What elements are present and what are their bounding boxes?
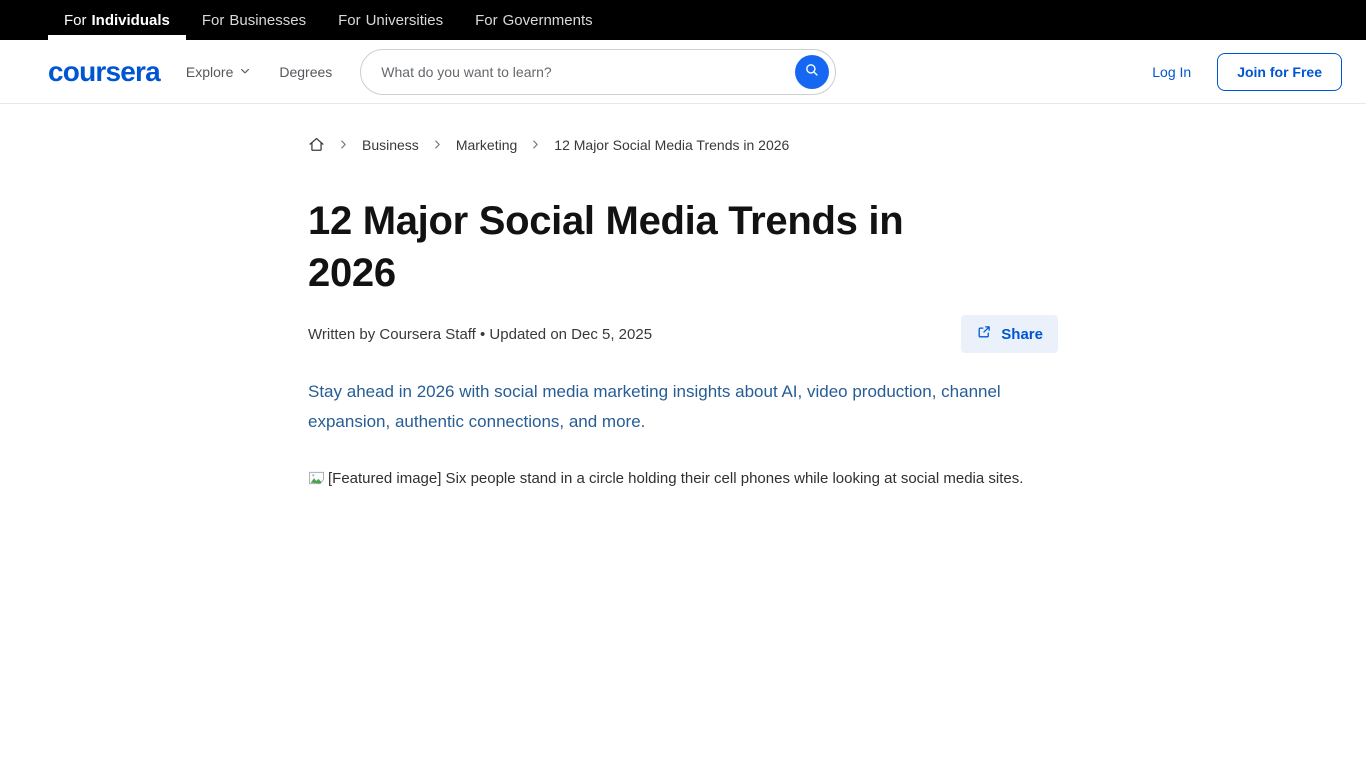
chevron-right-icon: [530, 139, 541, 150]
tab-label: Individuals: [92, 12, 170, 29]
chevron-right-icon: [338, 139, 349, 150]
tab-label-prefix: For: [64, 12, 87, 29]
tab-for-individuals[interactable]: For Individuals: [48, 0, 186, 40]
page-title: 12 Major Social Media Trends in 2026: [308, 195, 998, 299]
breadcrumb: Business Marketing 12 Major Social Media…: [308, 136, 1366, 153]
broken-image-icon: [308, 469, 325, 493]
article-lede: Stay ahead in 2026 with social media mar…: [308, 377, 1053, 437]
chevron-right-icon: [432, 139, 443, 150]
search-button[interactable]: [795, 55, 829, 89]
explore-menu[interactable]: Explore: [186, 64, 251, 80]
tab-for-universities[interactable]: For Universities: [322, 0, 459, 40]
share-button-label: Share: [1001, 326, 1043, 343]
tab-for-governments[interactable]: For Governments: [459, 0, 609, 40]
tab-label: Universities: [366, 12, 444, 29]
article-main: Business Marketing 12 Major Social Media…: [0, 104, 1366, 493]
featured-image-alt-text: [Featured image] Six people stand in a c…: [328, 470, 1023, 487]
tab-label-prefix: For: [475, 12, 498, 29]
log-in-link[interactable]: Log In: [1152, 64, 1191, 80]
breadcrumb-item-marketing[interactable]: Marketing: [456, 137, 517, 153]
site-header: coursera Explore Degrees Log In Join for…: [0, 40, 1366, 104]
breadcrumb-item-current: 12 Major Social Media Trends in 2026: [554, 137, 789, 153]
tab-label: Businesses: [229, 12, 306, 29]
share-button[interactable]: Share: [961, 315, 1058, 353]
breadcrumb-item-business[interactable]: Business: [362, 137, 419, 153]
featured-image-broken: [Featured image] Six people stand in a c…: [308, 467, 1043, 493]
home-icon[interactable]: [308, 136, 325, 153]
search-bar: [360, 49, 836, 95]
article-byline: Written by Coursera Staff • Updated on D…: [308, 326, 652, 343]
join-for-free-button[interactable]: Join for Free: [1217, 53, 1342, 91]
tab-for-businesses[interactable]: For Businesses: [186, 0, 322, 40]
chevron-down-icon: [239, 64, 251, 80]
article-meta-row: Written by Coursera Staff • Updated on D…: [308, 315, 1058, 353]
audience-topbar: For Individuals For Businesses For Unive…: [0, 0, 1366, 40]
degrees-link[interactable]: Degrees: [279, 64, 332, 80]
coursera-logo[interactable]: coursera: [48, 56, 160, 88]
share-icon: [976, 324, 992, 344]
tab-label: Governments: [503, 12, 593, 29]
search-input[interactable]: [381, 64, 787, 80]
search-icon: [804, 62, 820, 81]
tab-label-prefix: For: [202, 12, 225, 29]
tab-label-prefix: For: [338, 12, 361, 29]
explore-label: Explore: [186, 64, 233, 80]
